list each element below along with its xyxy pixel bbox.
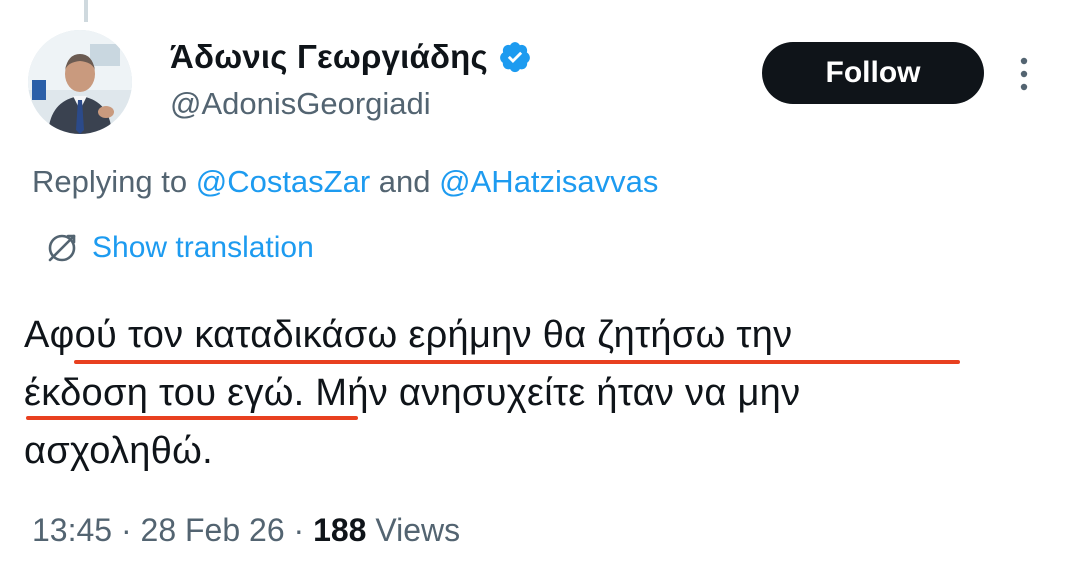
tweet-metadata: 13:45 · 28 Feb 26 · 188 Views xyxy=(32,512,460,549)
highlight-underline-1 xyxy=(74,360,960,364)
author-display-name[interactable]: Άδωνις Γεωργιάδης xyxy=(170,38,488,76)
tweet-text: Αφού τον καταδικάσω ερήμην θα ζητήσω την… xyxy=(24,306,1044,480)
mention-link-costaszar[interactable]: @CostasZar xyxy=(196,164,370,199)
tweet-text-line-1: Αφού τον καταδικάσω ερήμην θα ζητήσω την xyxy=(24,314,793,356)
highlight-underline-2 xyxy=(26,416,358,420)
replying-to-line: Replying to @CostasZar and @AHatzisavvas xyxy=(32,164,658,200)
avatar[interactable] xyxy=(28,30,132,134)
author-handle[interactable]: @AdonisGeorgiadi xyxy=(170,86,431,122)
meta-separator-1: · xyxy=(120,512,132,548)
tweet-time[interactable]: 13:45 xyxy=(32,512,112,548)
views-count: 188 xyxy=(313,512,367,548)
views-label: Views xyxy=(375,512,461,548)
more-vertical-icon[interactable] xyxy=(1014,54,1034,94)
tweet-text-line-3: ασχοληθώ. xyxy=(24,430,213,472)
show-translation-link[interactable]: Show translation xyxy=(92,231,314,265)
mention-link-ahatzisavvas[interactable]: @AHatzisavvas xyxy=(439,164,658,199)
author-name-row: Άδωνις Γεωργιάδης xyxy=(170,38,532,76)
tweet-text-line-2: έκδοση του εγώ. Μήν ανησυχείτε ήταν να μ… xyxy=(24,372,801,414)
avatar-image xyxy=(28,30,132,134)
show-translation-row[interactable]: Show translation xyxy=(44,230,314,266)
follow-button[interactable]: Follow xyxy=(762,42,984,104)
translate-globe-icon xyxy=(48,234,76,262)
thread-connector-line xyxy=(84,0,88,22)
verified-badge-icon xyxy=(500,42,530,73)
replying-to-prefix: Replying to xyxy=(32,164,188,199)
tweet-date[interactable]: 28 Feb 26 xyxy=(141,512,285,548)
meta-separator-2: · xyxy=(293,512,305,548)
replying-to-conjunction: and xyxy=(378,164,431,199)
